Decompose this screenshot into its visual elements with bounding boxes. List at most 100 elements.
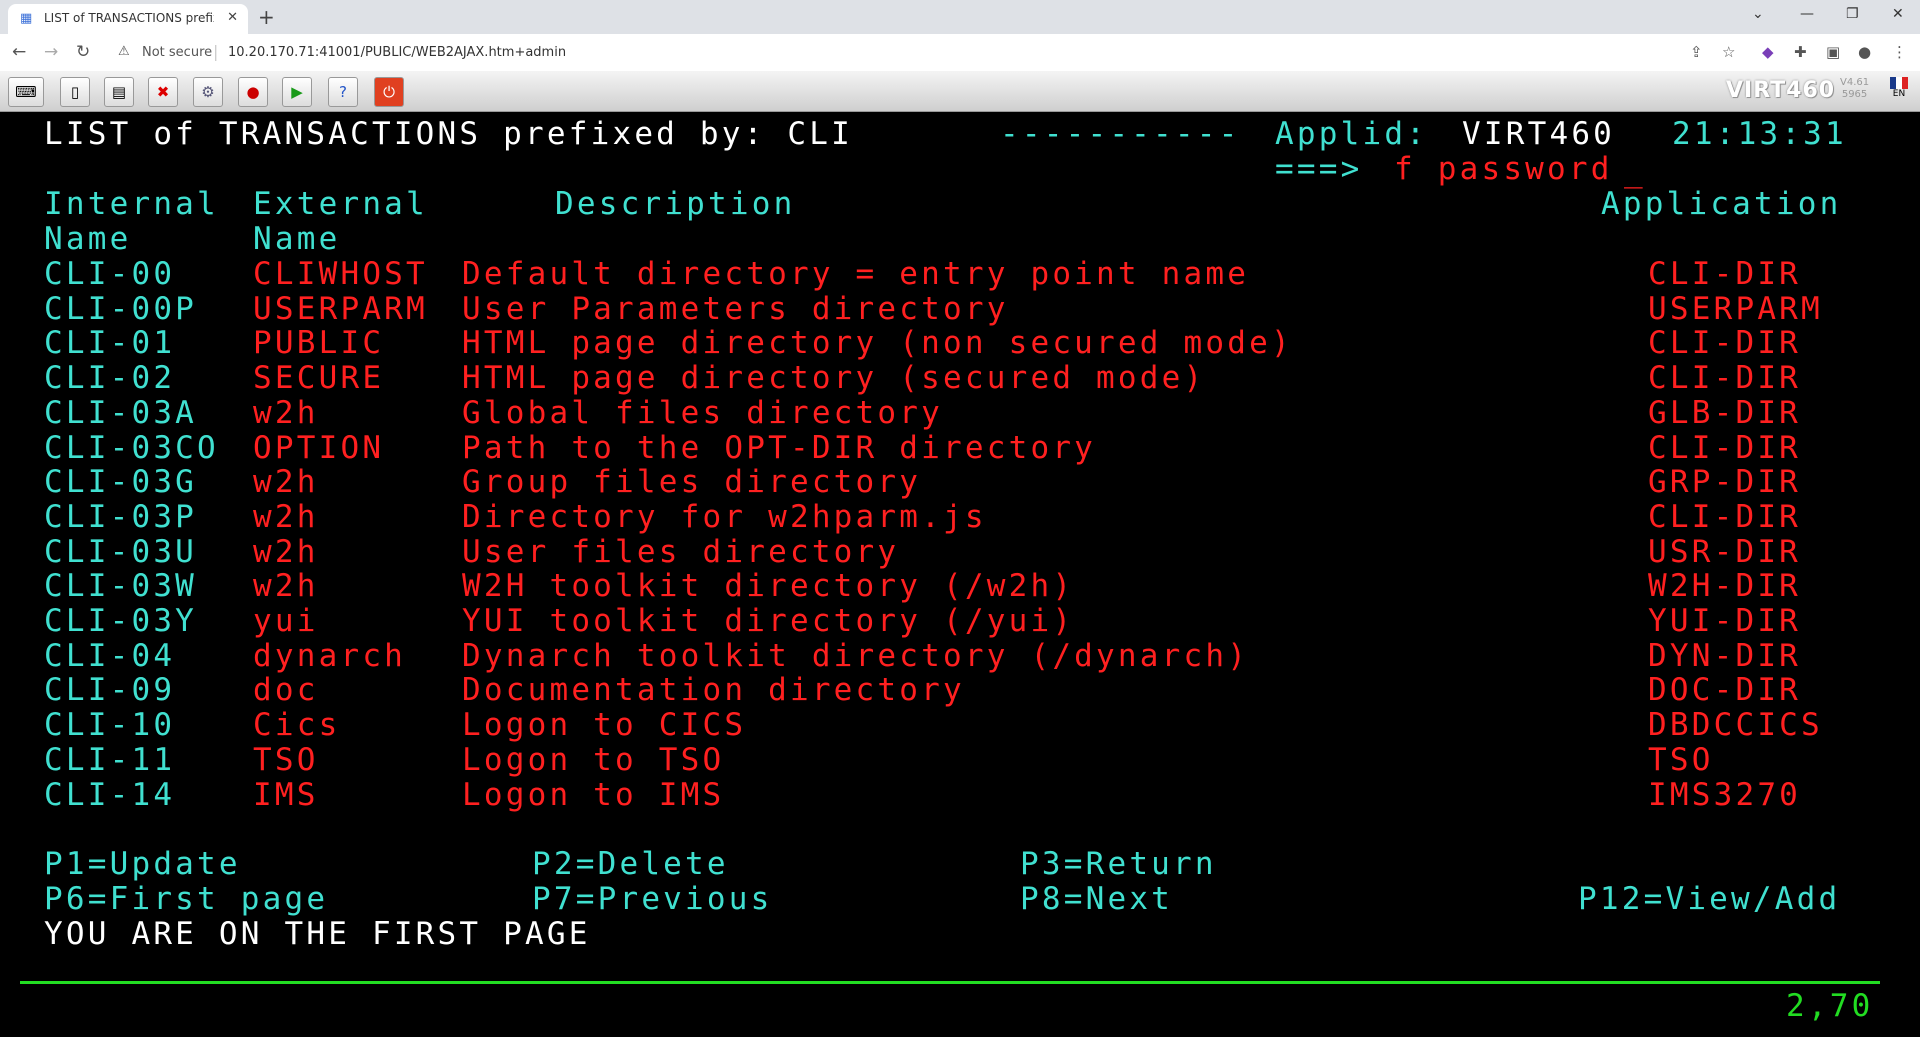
description-cell: Dynarch toolkit directory (/dynarch) — [462, 637, 1250, 674]
description-cell: User files directory — [462, 533, 900, 570]
pf2-delete[interactable]: P2=Delete — [532, 847, 729, 882]
pf3-return[interactable]: P3=Return — [1020, 847, 1217, 882]
more-menu-icon[interactable]: ⋮ — [1892, 43, 1907, 61]
play-icon[interactable]: ▶ — [282, 77, 312, 107]
build-number: 5965 — [1841, 89, 1868, 100]
internal-name-cell: CLI-00 — [44, 256, 176, 292]
language-selector[interactable]: EN — [1890, 77, 1908, 105]
application-cell: USR-DIR — [1648, 533, 1802, 570]
back-arrow-icon[interactable]: ← — [12, 42, 26, 62]
status-message: YOU ARE ON THE FIRST PAGE — [44, 916, 591, 952]
tab-title: LIST of TRANSACTIONS prefixed by: CLI — [44, 11, 214, 25]
version-info: V4.61 5965 — [1840, 77, 1869, 101]
version-number: V4.61 — [1840, 77, 1870, 88]
flag-icon — [1890, 77, 1908, 89]
applid-label: Applid: — [1275, 116, 1429, 152]
internal-name-cell: CLI-14 — [44, 776, 176, 813]
close-window-button[interactable]: ✕ — [1892, 6, 1904, 22]
profile-avatar-icon[interactable]: ● — [1858, 43, 1871, 61]
keyboard-icon[interactable]: ⌨ — [8, 77, 44, 107]
internal-name-cell: CLI-01 — [44, 325, 176, 362]
clock: 21:13:31 — [1672, 116, 1847, 152]
description-cell: Path to the OPT-DIR directory — [462, 429, 1097, 466]
command-input[interactable]: f password — [1394, 152, 1613, 187]
share-icon[interactable]: ⇪ — [1690, 43, 1703, 61]
application-cell: CLI-DIR — [1648, 256, 1802, 292]
pf12-view-add[interactable]: P12=View/Add — [1578, 882, 1840, 917]
forward-arrow-icon[interactable]: → — [44, 42, 58, 62]
new-tab-button[interactable]: + — [258, 5, 275, 29]
url-text[interactable]: 10.20.170.71:41001/PUBLIC/WEB2AJAX.htm+a… — [228, 45, 566, 60]
external-name-cell: SECURE — [253, 360, 385, 397]
screen-title: LIST of TRANSACTIONS prefixed by: CLI — [44, 116, 853, 152]
minimize-button[interactable]: — — [1800, 6, 1814, 22]
title-dashes: ----------- — [1000, 116, 1241, 152]
application-cell: DBDCCICS — [1648, 707, 1823, 744]
header-external: External — [253, 186, 428, 222]
description-cell: Logon to CICS — [462, 707, 747, 744]
description-cell: Directory for w2hparm.js — [462, 498, 987, 535]
description-cell: Global files directory — [462, 394, 943, 431]
reload-icon[interactable]: ↻ — [76, 42, 90, 62]
external-name-cell: dynarch — [253, 637, 407, 674]
external-name-cell: USERPARM — [253, 290, 428, 327]
internal-name-cell: CLI-00P — [44, 290, 198, 327]
puzzle-extensions-icon[interactable]: ✚ — [1794, 43, 1807, 61]
status-divider — [20, 981, 1880, 984]
internal-name-cell: CLI-11 — [44, 741, 176, 778]
application-cell: CLI-DIR — [1648, 325, 1802, 362]
help-icon[interactable]: ? — [328, 77, 358, 107]
header-internal-name: Name — [44, 221, 132, 257]
address-bar[interactable]: ⚠ Not secure | 10.20.170.71:41001/PUBLIC… — [108, 38, 1728, 67]
external-name-cell: w2h — [253, 568, 319, 605]
separator: | — [213, 42, 219, 61]
browser-toolbar: ← → ↻ ⚠ Not secure | 10.20.170.71:41001/… — [0, 34, 1920, 72]
browser-tab[interactable]: ▦ LIST of TRANSACTIONS prefixed by: CLI … — [8, 4, 248, 34]
not-secure-label[interactable]: Not secure — [142, 45, 212, 60]
external-name-cell: w2h — [253, 498, 319, 535]
external-name-cell: IMS — [253, 776, 319, 813]
restore-button[interactable]: ❐ — [1846, 6, 1859, 22]
pf7-previous[interactable]: P7=Previous — [532, 882, 773, 917]
browser-tab-strip: ▦ LIST of TRANSACTIONS prefixed by: CLI … — [0, 0, 1920, 34]
internal-name-cell: CLI-02 — [44, 360, 176, 397]
pf8-next[interactable]: P8=Next — [1020, 882, 1173, 917]
command-prompt-arrow: ===> — [1275, 151, 1363, 187]
bookmark-star-icon[interactable]: ☆ — [1722, 43, 1735, 61]
external-name-cell: TSO — [253, 741, 319, 778]
internal-name-cell: CLI-03P — [44, 498, 198, 535]
description-cell: User Parameters directory — [462, 290, 1009, 327]
cursor-position: 2,70 — [1786, 988, 1874, 1024]
external-name-cell: w2h — [253, 394, 319, 431]
description-cell: Default directory = entry point name — [462, 256, 1250, 292]
settings-gear-icon[interactable]: ⚙ — [193, 77, 223, 107]
screen-capture-icon[interactable]: ▤ — [104, 77, 134, 107]
record-icon[interactable]: ● — [238, 77, 268, 107]
extension-icon[interactable]: ◆ — [1762, 43, 1774, 61]
application-cell: CLI-DIR — [1648, 360, 1802, 397]
description-cell: Documentation directory — [462, 672, 965, 709]
applid-value: VIRT460 — [1462, 116, 1616, 152]
warning-icon[interactable]: ⚠ — [118, 44, 130, 59]
tab-search-icon[interactable]: ⌄ — [1752, 6, 1764, 22]
clipboard-icon[interactable]: ▯ — [60, 77, 90, 107]
application-cell: USERPARM — [1648, 290, 1823, 327]
external-name-cell: w2h — [253, 464, 319, 501]
internal-name-cell: CLI-03A — [44, 394, 198, 431]
power-icon[interactable]: ⏻ — [374, 77, 404, 107]
disconnect-icon[interactable]: ✖ — [148, 77, 178, 107]
internal-name-cell: CLI-03U — [44, 533, 198, 570]
application-cell: TSO — [1648, 741, 1714, 778]
pf1-update[interactable]: P1=Update — [44, 847, 241, 882]
application-cell: GRP-DIR — [1648, 464, 1802, 501]
application-cell: YUI-DIR — [1648, 603, 1802, 639]
terminal-screen[interactable]: LIST of TRANSACTIONS prefixed by: CLI --… — [0, 112, 1920, 1037]
application-cell: GLB-DIR — [1648, 394, 1802, 431]
close-tab-icon[interactable]: ✕ — [227, 10, 238, 25]
application-cell: CLI-DIR — [1648, 498, 1802, 535]
description-cell: W2H toolkit directory (/w2h) — [462, 568, 1075, 605]
pf6-first-page[interactable]: P6=First page — [44, 882, 328, 917]
external-name-cell: doc — [253, 672, 319, 709]
side-panel-icon[interactable]: ▣ — [1826, 43, 1840, 61]
description-cell: HTML page directory (non secured mode) — [462, 325, 1293, 362]
